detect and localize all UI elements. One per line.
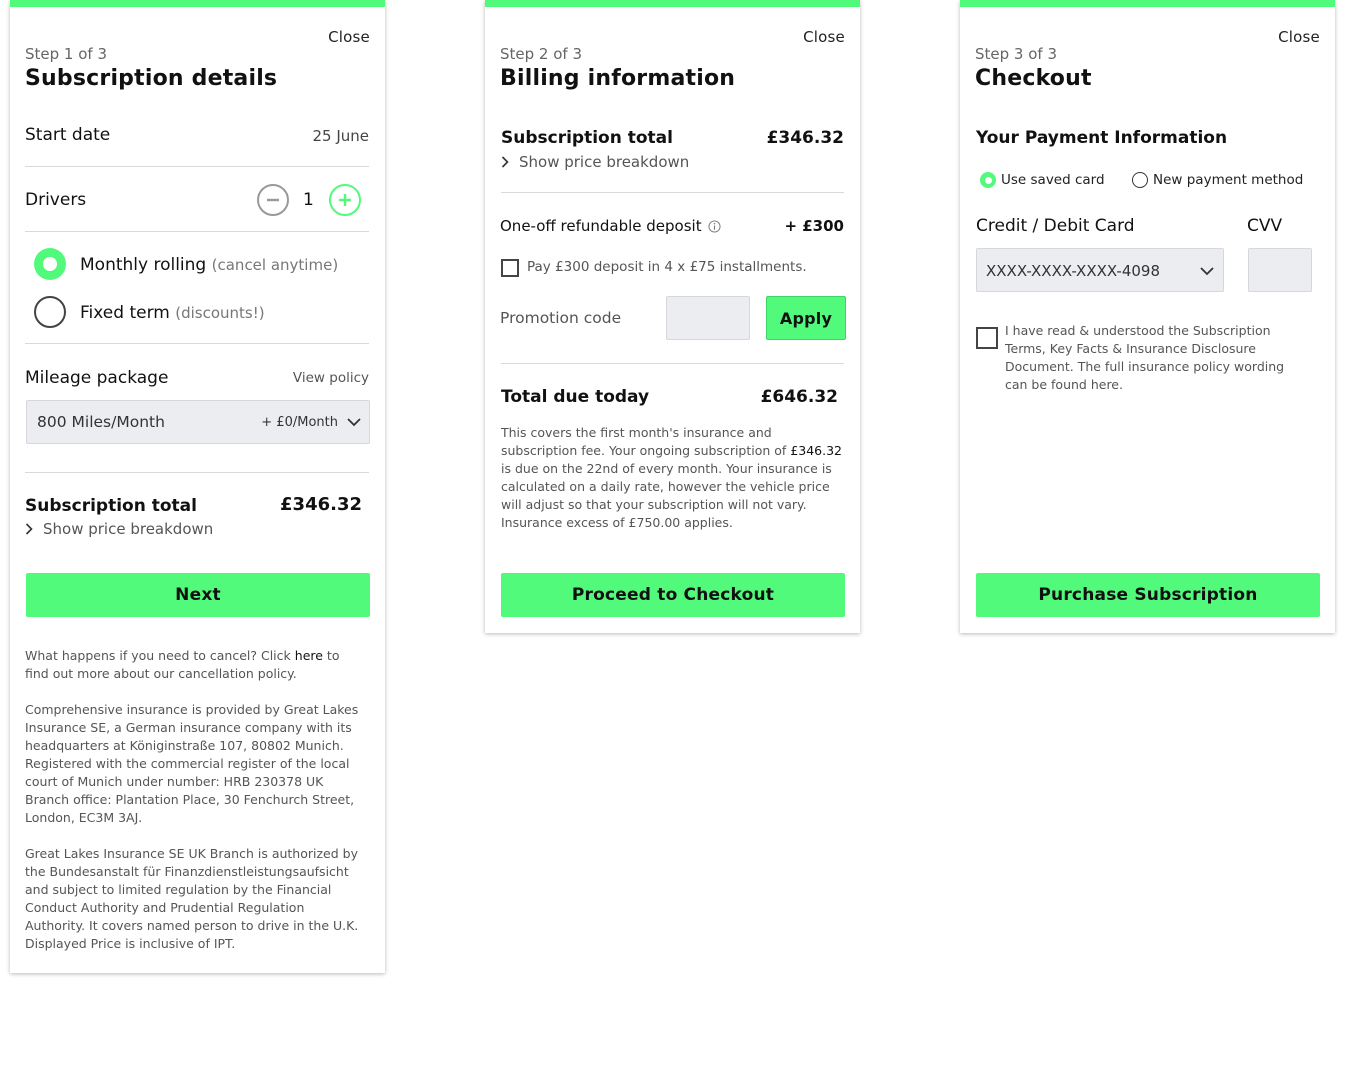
cancellation-note: What happens if you need to cancel? Clic… bbox=[25, 647, 363, 683]
next-button[interactable]: Next bbox=[26, 573, 370, 617]
chevron-down-icon bbox=[347, 418, 361, 427]
mileage-package-label: Mileage package bbox=[25, 368, 169, 388]
show-price-breakdown-label: Show price breakdown bbox=[43, 520, 214, 538]
chevron-down-icon bbox=[1200, 267, 1214, 276]
monthly-rolling-label[interactable]: Monthly rolling (cancel anytime) bbox=[80, 255, 338, 275]
payment-information-heading: Your Payment Information bbox=[976, 128, 1228, 148]
fixed-term-label[interactable]: Fixed term (discounts!) bbox=[80, 303, 265, 323]
subscription-total-label: Subscription total bbox=[25, 496, 197, 516]
saved-card-label[interactable]: Use saved card bbox=[1001, 172, 1105, 188]
page-title: Billing information bbox=[500, 66, 736, 91]
mileage-select-price: + £0/Month bbox=[261, 415, 338, 430]
plus-circle-icon bbox=[339, 194, 351, 206]
note-post: is due on the 22nd of every month. Your … bbox=[501, 461, 832, 530]
installments-checkbox[interactable] bbox=[501, 259, 519, 277]
close-button[interactable]: Close bbox=[803, 28, 845, 46]
monthly-rolling-radio[interactable] bbox=[34, 248, 66, 280]
note-pre: This covers the first month's insurance … bbox=[501, 425, 787, 458]
subscription-details-panel: Close Step 1 of 3 Subscription details S… bbox=[10, 0, 385, 973]
start-date-value[interactable]: 25 June bbox=[312, 127, 369, 145]
close-button[interactable]: Close bbox=[328, 28, 370, 46]
start-date-label: Start date bbox=[25, 125, 111, 145]
mileage-select-value: 800 Miles/Month bbox=[37, 413, 165, 431]
subscription-total-value: £346.32 bbox=[766, 128, 844, 148]
minus-circle-icon bbox=[267, 198, 279, 202]
divider bbox=[25, 231, 369, 232]
apply-button[interactable]: Apply bbox=[766, 296, 846, 340]
divider bbox=[25, 472, 369, 473]
new-payment-method-radio[interactable] bbox=[1132, 172, 1148, 188]
step-indicator: Step 1 of 3 bbox=[25, 45, 108, 63]
cancel-text-pre: What happens if you need to cancel? Clic… bbox=[25, 648, 291, 663]
proceed-to-checkout-button[interactable]: Proceed to Checkout bbox=[501, 573, 845, 617]
deposit-label: One-off refundable deposit bbox=[500, 217, 702, 235]
deposit-label-row: One-off refundable deposit bbox=[500, 217, 721, 235]
promotion-code-label: Promotion code bbox=[500, 309, 622, 327]
close-button[interactable]: Close bbox=[1278, 28, 1320, 46]
card-select[interactable]: XXXX-XXXX-XXXX-4098 bbox=[976, 248, 1224, 292]
plan-name: Monthly rolling bbox=[80, 255, 207, 275]
subscription-total-label: Subscription total bbox=[501, 128, 673, 148]
insurance-provider-text: Comprehensive insurance is provided by G… bbox=[25, 702, 359, 825]
subscription-total-value: £346.32 bbox=[280, 494, 362, 515]
saved-card-radio[interactable] bbox=[980, 172, 996, 188]
terms-checkbox[interactable] bbox=[976, 327, 998, 349]
divider bbox=[25, 343, 369, 344]
page-title: Checkout bbox=[975, 66, 1092, 91]
divider bbox=[501, 192, 844, 193]
deposit-value: + £300 bbox=[784, 217, 844, 235]
chevron-right-icon bbox=[25, 523, 33, 535]
cvv-label: CVV bbox=[1247, 216, 1283, 236]
drivers-count: 1 bbox=[303, 190, 314, 210]
increase-drivers-button[interactable] bbox=[329, 184, 361, 216]
card-select-value: XXXX-XXXX-XXXX-4098 bbox=[986, 262, 1160, 280]
show-price-breakdown-label: Show price breakdown bbox=[519, 153, 690, 171]
divider bbox=[501, 363, 844, 364]
show-price-breakdown[interactable]: Show price breakdown bbox=[501, 153, 689, 171]
decrease-drivers-button[interactable] bbox=[257, 184, 289, 216]
plan-note: (discounts!) bbox=[175, 304, 265, 322]
checkout-panel: Close Step 3 of 3 Checkout Your Payment … bbox=[960, 0, 1335, 633]
cancellation-policy-link[interactable]: here bbox=[295, 648, 323, 663]
view-policy-link[interactable]: View policy bbox=[293, 370, 369, 386]
fixed-term-radio[interactable] bbox=[34, 296, 66, 328]
installments-label[interactable]: Pay £300 deposit in 4 x £75 installments… bbox=[527, 259, 807, 275]
chevron-right-icon bbox=[501, 156, 509, 168]
cvv-input[interactable] bbox=[1248, 248, 1312, 292]
payment-note: This covers the first month's insurance … bbox=[501, 424, 844, 532]
plan-note: (cancel anytime) bbox=[211, 256, 339, 274]
new-payment-method-label[interactable]: New payment method bbox=[1153, 172, 1303, 188]
page-title: Subscription details bbox=[25, 66, 278, 91]
show-price-breakdown[interactable]: Show price breakdown bbox=[25, 520, 213, 538]
note-amount: £346.32 bbox=[790, 443, 843, 458]
step-indicator: Step 2 of 3 bbox=[500, 45, 583, 63]
total-due-label: Total due today bbox=[501, 387, 650, 407]
divider bbox=[25, 166, 369, 167]
total-due-value: £646.32 bbox=[760, 387, 838, 407]
card-label: Credit / Debit Card bbox=[976, 216, 1135, 236]
plan-name: Fixed term bbox=[80, 303, 170, 323]
drivers-label: Drivers bbox=[25, 190, 87, 210]
regulation-text: Great Lakes Insurance SE UK Branch is au… bbox=[25, 846, 359, 951]
step-indicator: Step 3 of 3 bbox=[975, 45, 1058, 63]
promotion-code-input[interactable] bbox=[666, 296, 750, 340]
purchase-subscription-button[interactable]: Purchase Subscription bbox=[976, 573, 1320, 617]
info-icon[interactable] bbox=[708, 219, 721, 233]
terms-label[interactable]: I have read & understood the Subscriptio… bbox=[1005, 322, 1310, 394]
billing-information-panel: Close Step 2 of 3 Billing information Su… bbox=[485, 0, 860, 633]
mileage-select[interactable]: 800 Miles/Month + £0/Month bbox=[26, 400, 370, 444]
